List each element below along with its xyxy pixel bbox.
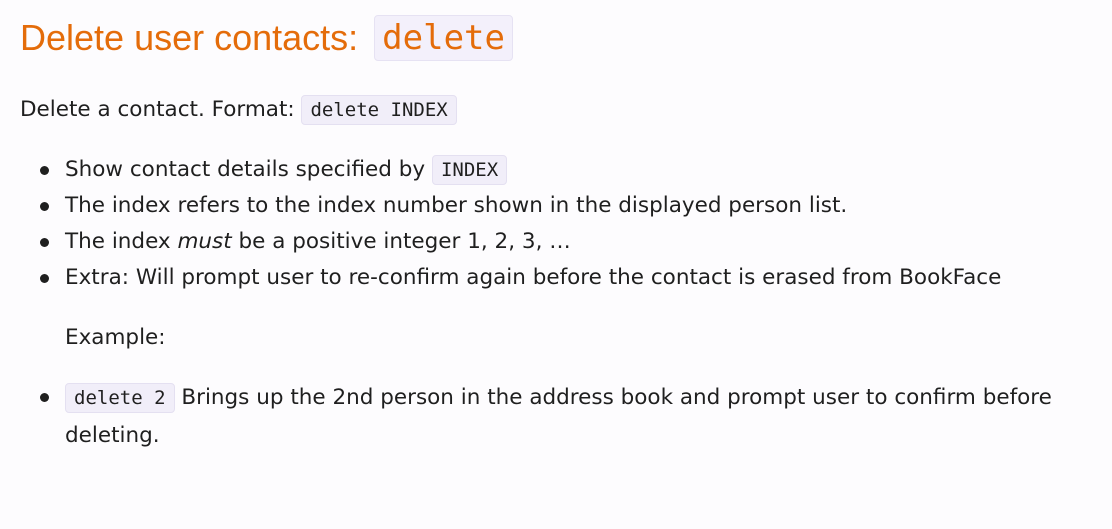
list-item: The index must be a positive integer 1, … (20, 224, 1080, 260)
emphasis-text: must (177, 229, 232, 254)
example-label: Example: (65, 325, 166, 350)
section-heading: Delete user contacts: delete (20, 14, 513, 62)
example-item: delete 2 Brings up the 2nd person in the… (20, 379, 1080, 455)
list-item-text: Show contact details specified by (65, 157, 432, 182)
example-code: delete 2 (65, 383, 175, 413)
examples-list: delete 2 Brings up the 2nd person in the… (20, 379, 1080, 455)
example-text: Brings up the 2nd person in the address … (65, 385, 1052, 448)
format-code: delete INDEX (301, 95, 457, 125)
heading-command-code: delete (374, 15, 513, 61)
details-list: Show contact details specified by INDEX … (20, 152, 1080, 296)
intro-text: Delete a contact. Format: (20, 97, 302, 122)
list-item: The index refers to the index number sho… (20, 188, 1080, 224)
list-item: Extra: Will prompt user to re-confirm ag… (20, 260, 1080, 296)
heading-text: Delete user contacts: (20, 17, 369, 58)
intro-paragraph: Delete a contact. Format: delete INDEX (20, 94, 457, 125)
list-item-text: The index refers to the index number sho… (65, 193, 848, 218)
index-code: INDEX (431, 155, 508, 185)
list-item-text: The index (65, 229, 178, 254)
list-item-text: be a positive integer 1, 2, 3, … (231, 229, 571, 254)
list-item-text: Extra: Will prompt user to re-confirm ag… (65, 265, 1002, 290)
list-item: Show contact details specified by INDEX (20, 152, 1080, 188)
